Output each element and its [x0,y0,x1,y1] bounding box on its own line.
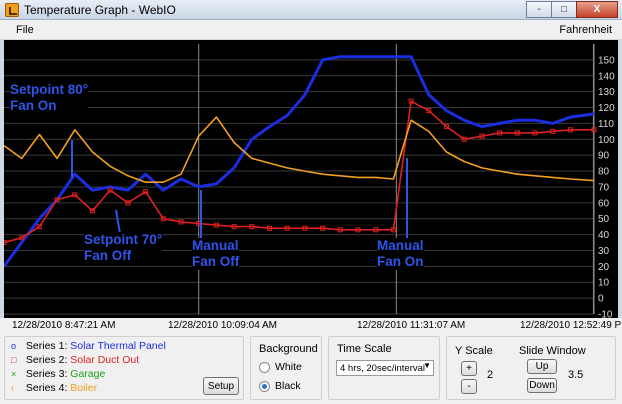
control-panel: o Series 1: Solar Thermal Panel □ Series… [0,334,622,404]
annotation-setpoint-80-line2: Fan On [10,98,57,113]
radio-black-dot[interactable] [259,380,270,392]
series-3-name: Garage [70,368,106,380]
series-2-name: Solar Duct Out [70,354,140,366]
series-4-row: ı Series 4: Boiler [11,382,97,394]
y-scale-label: Y Scale [455,345,493,357]
background-black-radio[interactable]: Black [259,380,301,392]
series-3-key: Series 3: [25,368,68,380]
series-1-marker: o [11,341,17,351]
y-tick-label: 60 [598,198,610,209]
series-4-key: Series 4: [25,382,68,394]
slide-window-label: Slide Window [519,345,586,357]
y-tick-label: 90 [598,151,610,162]
background-label: Background [259,343,318,355]
background-box: Background White Black [250,336,322,400]
annotation-setpoint-80-line1: Setpoint 80° [10,82,89,97]
y-tick-label: 10 [598,278,610,289]
y-scale-value: 2 [487,369,494,381]
window-controls: - □ X [526,1,618,19]
minimize-button[interactable]: - [526,1,552,18]
temperature-graph: -10 0 10 20 30 40 50 60 70 80 90 100 110 120 130 140 150 [4,40,618,318]
setup-button[interactable]: Setup [203,377,239,395]
time-label-start: 12/28/2010 8:47:21 AM [12,320,116,331]
series-legend-box: o Series 1: Solar Thermal Panel □ Series… [4,336,244,400]
annotation-manual-on-line2: Fan On [377,254,424,269]
y-tick-label: 110 [598,119,614,130]
series-3-row: × Series 3: Garage [11,368,105,380]
time-axis: 12/28/2010 8:47:21 AM 12/28/2010 10:09:0… [0,318,622,334]
slide-window-down-button[interactable]: Down [527,378,557,393]
dropdown-arrow-icon[interactable]: ▼ [423,361,431,370]
y-tick-label: 20 [598,262,610,273]
annotation-setpoint-70-line2: Fan Off [84,248,132,263]
series-2-row: □ Series 2: Solar Duct Out [11,354,139,366]
annotation-manual-off-line2: Fan Off [192,254,240,269]
series-2-marker: □ [11,355,17,365]
radio-white-dot[interactable] [259,361,270,373]
annotation-manual-off: Manual Fan Off [192,238,240,270]
slide-window-value: 3.5 [568,369,584,381]
y-scale-plus-button[interactable]: + [461,361,477,376]
series-1-row: o Series 1: Solar Thermal Panel [11,340,166,352]
y-tick-label: 50 [598,214,610,225]
series-4-marker: ı [11,383,14,393]
annotation-manual-off-line1: Manual [192,238,239,253]
slide-window-up-button[interactable]: Up [527,359,557,374]
y-tick-label: 80 [598,167,610,178]
title-bar: Temperature Graph - WebIO - □ X [0,0,622,20]
time-label-3: 12/28/2010 11:31:07 AM [357,320,466,331]
annotation-manual-on-line1: Manual [377,238,424,253]
y-tick-label: 120 [598,103,615,114]
app-graph-icon [5,3,19,17]
time-label-end: 12/28/2010 12:52:49 PM [520,320,622,331]
background-white-radio[interactable]: White [259,361,302,373]
y-tick-label: 0 [598,294,604,305]
time-scale-box: Time Scale 4 hrs, 20sec/interval ▼ [328,336,440,400]
y-tick-label: -10 [598,310,613,319]
annotation-manual-on: Manual Fan On [377,238,424,270]
y-tick-label: 40 [598,230,610,241]
annotation-setpoint-70: Setpoint 70° Fan Off [84,232,163,264]
time-scale-label: Time Scale [337,343,392,355]
series-2-key: Series 2: [25,354,68,366]
y-tick-label: 70 [598,182,610,193]
series-1-key: Series 1: [25,340,68,352]
y-tick-label: 100 [598,135,615,146]
scale-window-box: Y Scale + - 2 Slide Window Up Down 3.5 [446,336,616,400]
time-scale-value: 4 hrs, 20sec/interval [340,362,426,374]
series-3-marker: × [11,369,17,379]
background-white-label: White [275,361,302,373]
maximize-button[interactable]: □ [551,1,577,18]
chart-svg: -10 0 10 20 30 40 50 60 70 80 90 100 110 120 130 140 150 [4,40,618,318]
menu-bar: File Fahrenheit [0,20,622,40]
y-tick-label: 140 [598,71,615,82]
time-scale-select[interactable]: 4 hrs, 20sec/interval ▼ [336,360,434,376]
annotation-setpoint-80: Setpoint 80° Fan On [10,82,89,114]
close-button[interactable]: X [576,1,618,18]
series-4-name: Boiler [70,382,98,394]
y-scale-minus-button[interactable]: - [461,379,477,394]
y-tick-label: 130 [598,87,615,98]
y-tick-label: 30 [598,246,610,257]
menu-file[interactable]: File [16,24,34,36]
menu-fahrenheit[interactable]: Fahrenheit [559,24,612,36]
background-black-label: Black [275,380,301,392]
y-tick-label: 150 [598,55,615,66]
annotation-setpoint-70-line1: Setpoint 70° [84,232,163,247]
time-label-2: 12/28/2010 10:09:04 AM [168,320,277,331]
window-title: Temperature Graph - WebIO [24,3,176,17]
series-1-name: Solar Thermal Panel [70,340,166,352]
